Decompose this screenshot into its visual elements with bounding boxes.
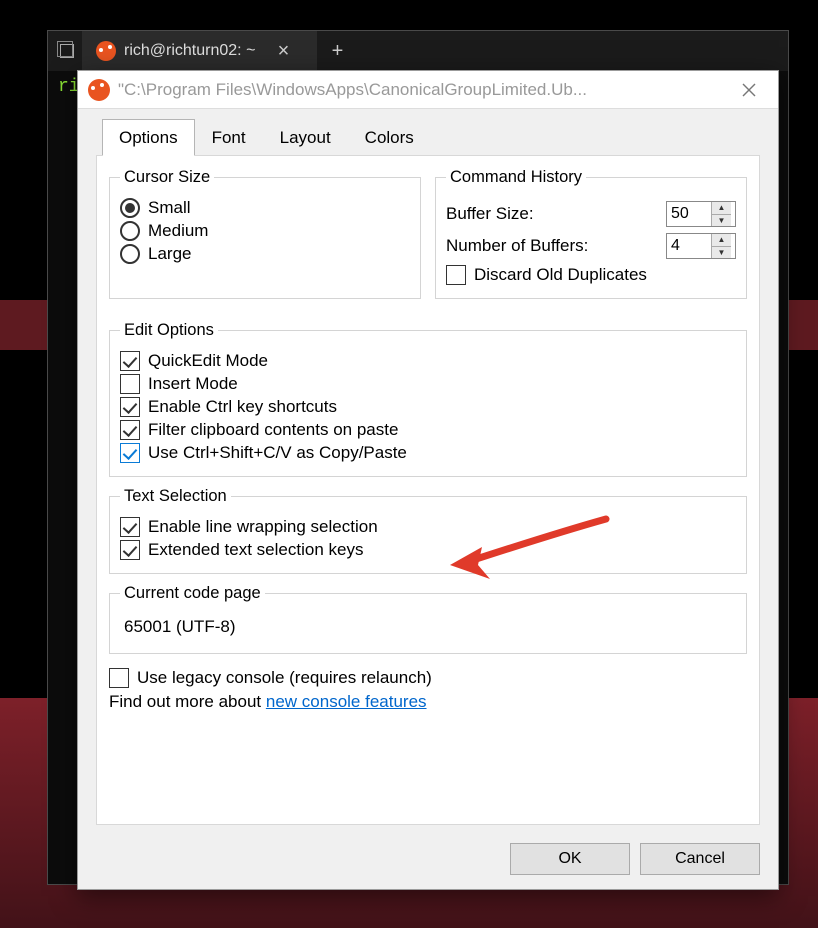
checkbox-label: Use legacy console (requires relaunch) — [137, 668, 432, 688]
check-extended-text-selection[interactable]: Extended text selection keys — [120, 540, 736, 560]
group-text-selection: Text Selection Enable line wrapping sele… — [109, 487, 747, 574]
checkbox-icon — [120, 420, 140, 440]
code-page-value: 65001 (UTF-8) — [120, 611, 736, 643]
terminal-tab[interactable]: rich@richturn02: ~ × — [82, 31, 317, 71]
checkbox-label: Extended text selection keys — [148, 540, 363, 560]
legacy-info-line: Find out more about new console features — [109, 692, 747, 712]
discard-duplicates-check[interactable]: Discard Old Duplicates — [446, 265, 736, 285]
check-legacy-console[interactable]: Use legacy console (requires relaunch) — [109, 668, 747, 688]
checkbox-icon — [120, 540, 140, 560]
group-edit-options: Edit Options QuickEdit Mode Insert Mode … — [109, 321, 747, 477]
check-insert-mode[interactable]: Insert Mode — [120, 374, 736, 394]
group-legend: Current code page — [120, 584, 265, 603]
radio-icon — [120, 198, 140, 218]
group-legend: Edit Options — [120, 321, 218, 340]
dialog-close-button[interactable] — [726, 71, 772, 108]
dialog-titlebar: "C:\Program Files\WindowsApps\CanonicalG… — [78, 71, 778, 109]
checkbox-label: QuickEdit Mode — [148, 351, 268, 371]
spinner-down-icon[interactable]: ▼ — [712, 247, 731, 259]
radio-icon — [120, 221, 140, 241]
dialog-title: "C:\Program Files\WindowsApps\CanonicalG… — [118, 80, 718, 100]
checkbox-label: Insert Mode — [148, 374, 238, 394]
tab-close-icon[interactable]: × — [263, 40, 303, 63]
group-legend: Text Selection — [120, 487, 231, 506]
close-icon — [742, 83, 756, 97]
checkbox-label: Use Ctrl+Shift+C/V as Copy/Paste — [148, 443, 407, 463]
terminal-titlebar: rich@richturn02: ~ × + — [48, 31, 788, 71]
check-quickedit[interactable]: QuickEdit Mode — [120, 351, 736, 371]
checkbox-icon — [120, 443, 140, 463]
spinner-up-icon[interactable]: ▲ — [712, 234, 731, 247]
dialog-button-row: OK Cancel — [96, 843, 760, 875]
checkbox-icon — [120, 351, 140, 371]
checkbox-icon — [446, 265, 466, 285]
ok-button[interactable]: OK — [510, 843, 630, 875]
cancel-button[interactable]: Cancel — [640, 843, 760, 875]
checkbox-icon — [120, 397, 140, 417]
ubuntu-icon — [96, 41, 116, 61]
radio-small[interactable]: Small — [120, 198, 410, 218]
radio-label: Medium — [148, 221, 208, 241]
checkbox-icon — [109, 668, 129, 688]
group-command-history: Command History Buffer Size: ▲ ▼ Number — [435, 168, 747, 299]
tab-layout[interactable]: Layout — [263, 119, 348, 156]
radio-large[interactable]: Large — [120, 244, 410, 264]
spinner-buttons[interactable]: ▲ ▼ — [711, 202, 731, 226]
spinner-up-icon[interactable]: ▲ — [712, 202, 731, 215]
check-ctrl-shift-cv[interactable]: Use Ctrl+Shift+C/V as Copy/Paste — [120, 443, 736, 463]
tabstrip: Options Font Layout Colors — [96, 119, 760, 156]
check-ctrl-shortcuts[interactable]: Enable Ctrl key shortcuts — [120, 397, 736, 417]
num-buffers-label: Number of Buffers: — [446, 236, 588, 256]
num-buffers-input[interactable] — [667, 234, 711, 258]
checkbox-label: Discard Old Duplicates — [474, 265, 647, 285]
properties-dialog: "C:\Program Files\WindowsApps\CanonicalG… — [77, 70, 779, 890]
group-legend: Command History — [446, 168, 586, 187]
checkbox-label: Enable Ctrl key shortcuts — [148, 397, 337, 417]
radio-medium[interactable]: Medium — [120, 221, 410, 241]
spinner-down-icon[interactable]: ▼ — [712, 215, 731, 227]
tab-font[interactable]: Font — [195, 119, 263, 156]
ubuntu-icon — [88, 79, 110, 101]
radio-icon — [120, 244, 140, 264]
spinner-buttons[interactable]: ▲ ▼ — [711, 234, 731, 258]
tab-colors[interactable]: Colors — [348, 119, 431, 156]
radio-label: Small — [148, 198, 191, 218]
check-filter-clipboard[interactable]: Filter clipboard contents on paste — [120, 420, 736, 440]
new-console-features-link[interactable]: new console features — [266, 692, 427, 711]
checkbox-label: Filter clipboard contents on paste — [148, 420, 398, 440]
checkbox-icon — [120, 517, 140, 537]
cascade-icon — [60, 44, 74, 58]
terminal-tab-title: rich@richturn02: ~ — [124, 42, 255, 60]
checkbox-icon — [120, 374, 140, 394]
group-legend: Cursor Size — [120, 168, 214, 187]
checkbox-label: Enable line wrapping selection — [148, 517, 378, 537]
num-buffers-spinner[interactable]: ▲ ▼ — [666, 233, 736, 259]
radio-label: Large — [148, 244, 191, 264]
legacy-info-prefix: Find out more about — [109, 692, 266, 711]
buffer-size-spinner[interactable]: ▲ ▼ — [666, 201, 736, 227]
window-icon — [48, 31, 82, 71]
group-cursor-size: Cursor Size Small Medium Large — [109, 168, 421, 299]
new-tab-button[interactable]: + — [317, 31, 357, 71]
check-line-wrap-selection[interactable]: Enable line wrapping selection — [120, 517, 736, 537]
group-code-page: Current code page 65001 (UTF-8) — [109, 584, 747, 654]
tabpage-options: Cursor Size Small Medium Large — [96, 155, 760, 825]
buffer-size-input[interactable] — [667, 202, 711, 226]
tab-options[interactable]: Options — [102, 119, 195, 156]
buffer-size-label: Buffer Size: — [446, 204, 534, 224]
